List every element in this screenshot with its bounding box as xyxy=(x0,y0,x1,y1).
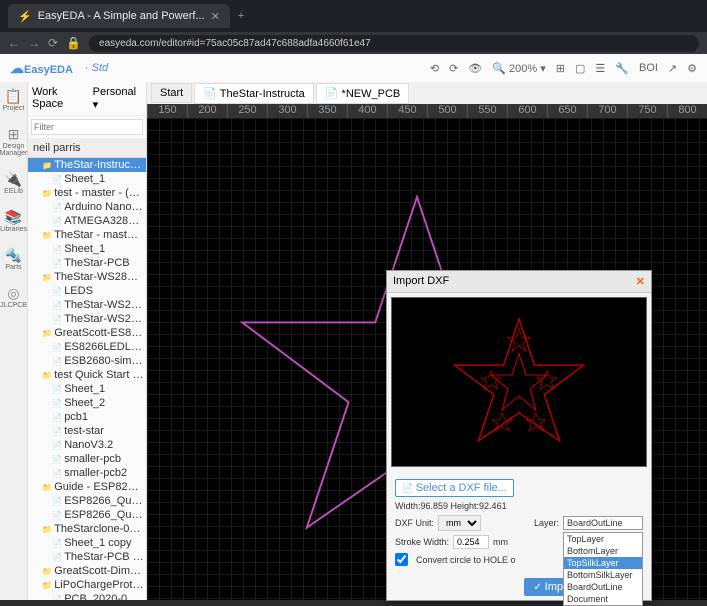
tree-item[interactable]: test - master - (Neil Parris) xyxy=(28,186,146,200)
sidebar: Work Space Personal ▾ neil parris TheSta… xyxy=(28,82,147,600)
rail-parts[interactable]: 🔩Parts xyxy=(5,247,22,271)
tree-item[interactable]: PCB_2020-02-04 23.37:14 xyxy=(28,592,146,600)
rail-design-manager[interactable]: ⊞Design Manager xyxy=(0,126,27,157)
tree-item[interactable]: TheStar-WS2812B - master - (N xyxy=(28,270,146,284)
tree-item[interactable]: ESP8266_Quickly_Design xyxy=(28,494,146,508)
layers-icon[interactable]: ☰ xyxy=(595,62,605,75)
layer-option[interactable]: BottomSilkLayer xyxy=(564,569,642,581)
tree-item[interactable]: Guide - ESP8266_Quickly_Design xyxy=(28,480,146,494)
tree-item[interactable]: TheStarclone-07022020) - master xyxy=(28,522,146,536)
ruler-horizontal: 1502002503003504004505005506006507007508… xyxy=(147,104,707,118)
tree-item[interactable]: GreatScott-ES8266LEDLight - mast xyxy=(28,326,146,340)
dimensions-label: Width:96.859 Height:92.461 xyxy=(395,501,507,511)
tree-item[interactable]: test Quick Start to EasyEDA - mast xyxy=(28,368,146,382)
reload-button[interactable]: ⟳ xyxy=(48,36,58,50)
stroke-input[interactable] xyxy=(453,535,489,549)
rail-eelib[interactable]: 🔌EELib xyxy=(4,171,23,195)
tree-item[interactable]: Sheet_1 xyxy=(28,172,146,186)
app-edition: · Std xyxy=(85,62,108,74)
tree-item[interactable]: test-star xyxy=(28,424,146,438)
unit-select[interactable]: mm xyxy=(438,515,481,531)
tree-item[interactable]: Sheet_1 xyxy=(28,382,146,396)
layer-option[interactable]: BoardOutLine xyxy=(564,581,642,593)
forward-button[interactable]: → xyxy=(28,36,40,50)
gear-icon[interactable]: ⚙ xyxy=(687,62,697,75)
layer-option[interactable]: BottomLayer xyxy=(564,545,642,557)
tree-item[interactable]: TheStar-Instructables - master - (N xyxy=(28,158,146,172)
back-button[interactable]: ← xyxy=(8,36,20,50)
tree-item[interactable]: LEDS xyxy=(28,284,146,298)
tree-item[interactable]: NanoV3.2 xyxy=(28,438,146,452)
canvas-area: Start 📄 TheStar-Instructa 📄 *NEW_PCB 150… xyxy=(147,82,707,600)
tab-newpcb[interactable]: 📄 *NEW_PCB xyxy=(316,83,409,104)
tree-item[interactable]: pcb1 xyxy=(28,410,146,424)
box-icon[interactable]: ▢ xyxy=(575,62,585,75)
tree-item[interactable]: GreatScott-Dimmer - master - (Nei xyxy=(28,564,146,578)
layer-dropdown[interactable]: BoardOutLine TopLayerBottomLayerTopSilkL… xyxy=(563,516,643,530)
convert-label: Convert circle to HOLE o xyxy=(416,555,516,565)
close-icon[interactable]: ✕ xyxy=(211,10,220,23)
rail-project[interactable]: 📋Project xyxy=(3,88,25,112)
undo-icon[interactable]: ⟲ xyxy=(430,62,439,75)
tree-item[interactable]: TheStar-PCB copy xyxy=(28,550,146,564)
tab-thestar[interactable]: 📄 TheStar-Instructa xyxy=(194,83,314,104)
tree-item[interactable]: Sheet_1 xyxy=(28,242,146,256)
unit-label: DXF Unit: xyxy=(395,518,434,528)
project-tree: neil parris TheStar-Instructables - mast… xyxy=(28,139,146,600)
tree-item[interactable]: ATMEGA328P-rotation-test xyxy=(28,214,146,228)
tab-start[interactable]: Start xyxy=(151,83,192,103)
tree-item[interactable]: Sheet_2 xyxy=(28,396,146,410)
wrench-icon[interactable]: 🔧 xyxy=(615,62,629,75)
lock-icon: 🔒 xyxy=(66,36,81,50)
filter-input[interactable] xyxy=(31,119,143,135)
toolbar: ⟲ ⟳ 👁 🔍 200% ▾ ⊞ ▢ ☰ 🔧 BOI ↗ ⚙ xyxy=(430,62,697,75)
tab-favicon: ⚡ xyxy=(18,10,32,23)
url-bar: ← → ⟳ 🔒 easyeda.com/editor#id=75ac05c87a… xyxy=(0,32,707,54)
tree-item[interactable]: Sheet_1 copy xyxy=(28,536,146,550)
tree-item[interactable]: smaller-pcb xyxy=(28,452,146,466)
select-file-button[interactable]: 📄 Select a DXF file... xyxy=(395,479,514,497)
grid-icon[interactable]: ⊞ xyxy=(556,62,565,75)
dxf-preview xyxy=(391,297,647,467)
redo-icon[interactable]: ⟳ xyxy=(449,62,458,75)
tree-item[interactable]: ESP8266_Quickly_Design xyxy=(28,508,146,522)
dialog-title: Import DXF xyxy=(393,275,449,288)
import-dxf-dialog: Import DXF ✕ 📄 Select a DXF xyxy=(386,270,652,601)
browser-tab-bar: ⚡ EasyEDA - A Simple and Powerf... ✕ + xyxy=(0,0,707,32)
new-tab-button[interactable]: + xyxy=(238,10,244,22)
layer-option[interactable]: Document xyxy=(564,593,642,605)
tree-item[interactable]: TheStar-WS2812-PCB xyxy=(28,312,146,326)
app-logo: ☁EasyEDA xyxy=(10,60,73,77)
workspace-label: Work Space xyxy=(32,86,89,111)
rail-libraries[interactable]: 📚Libraries xyxy=(0,209,27,233)
layer-label: Layer: xyxy=(534,518,559,528)
zoom-dropdown[interactable]: 🔍 200% ▾ xyxy=(492,62,545,75)
document-tabs: Start 📄 TheStar-Instructa 📄 *NEW_PCB xyxy=(147,82,707,104)
tree-item[interactable]: smaller-pcb2 xyxy=(28,466,146,480)
convert-checkbox[interactable] xyxy=(395,553,408,566)
rail-jlcpcb[interactable]: ◎JLCPCB xyxy=(0,285,27,309)
app-header: ☁EasyEDA · Std ⟲ ⟳ 👁 🔍 200% ▾ ⊞ ▢ ☰ 🔧 BO… xyxy=(0,54,707,82)
stroke-unit: mm xyxy=(493,537,508,547)
tree-item[interactable]: ES8266LEDLight xyxy=(28,340,146,354)
left-rail: 📋Project ⊞Design Manager 🔌EELib 📚Libraries 🔩… xyxy=(0,82,28,600)
tree-item[interactable]: TheStar - master - (Neil Parris) xyxy=(28,228,146,242)
layer-option[interactable]: TopSilkLayer xyxy=(564,557,642,569)
user-section[interactable]: neil parris xyxy=(28,139,146,158)
tree-item[interactable]: TheStar-PCB xyxy=(28,256,146,270)
tree-item[interactable]: Arduino Nano Playboard xyxy=(28,200,146,214)
export-icon[interactable]: ↗ xyxy=(668,62,677,75)
tab-title: EasyEDA - A Simple and Powerf... xyxy=(38,10,205,22)
url-input[interactable]: easyeda.com/editor#id=75ac05c87ad47c688a… xyxy=(89,35,699,52)
layer-option[interactable]: TopLayer xyxy=(564,533,642,545)
tree-item[interactable]: TheStar-WS212-sch xyxy=(28,298,146,312)
eye-icon[interactable]: 👁 xyxy=(468,62,482,75)
close-icon[interactable]: ✕ xyxy=(636,275,645,288)
tree-item[interactable]: LiPoChargeProtect - master - (Nei xyxy=(28,578,146,592)
stroke-label: Stroke Width: xyxy=(395,537,449,547)
browser-tab[interactable]: ⚡ EasyEDA - A Simple and Powerf... ✕ xyxy=(8,4,230,28)
boi-label[interactable]: BOI xyxy=(639,62,658,75)
personal-dropdown[interactable]: Personal ▾ xyxy=(93,86,142,111)
tree-item[interactable]: ESB2680-simple xyxy=(28,354,146,368)
